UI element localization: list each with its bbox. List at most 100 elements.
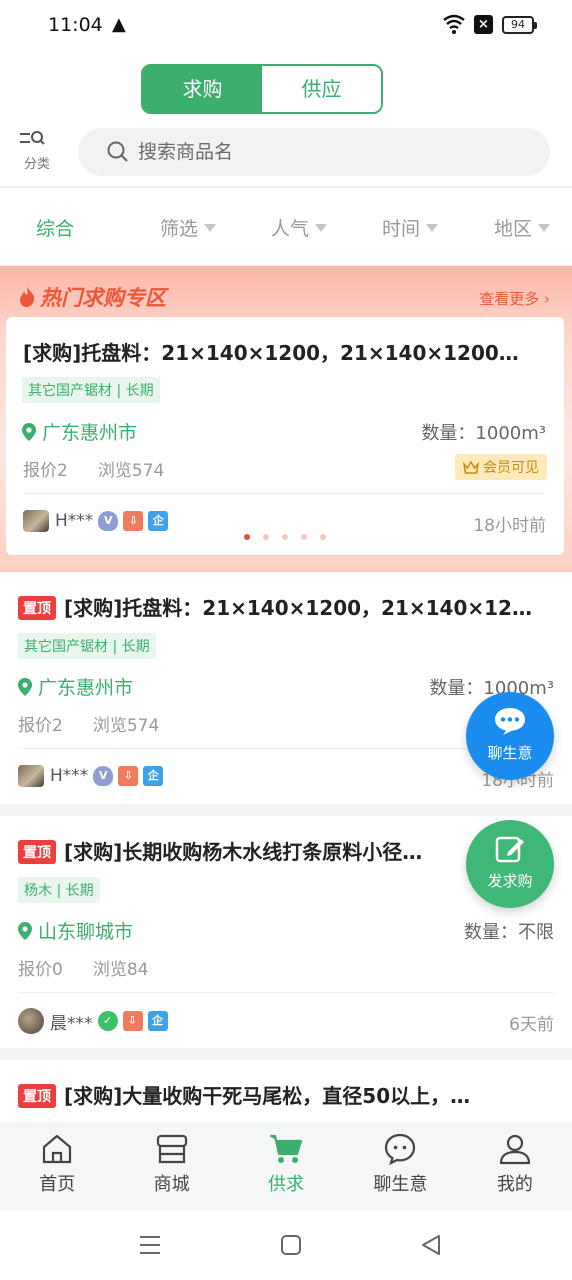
- tab-mall[interactable]: 商城: [114, 1122, 228, 1210]
- filter-bar: 综合 筛选 人气 时间 地区: [0, 187, 572, 265]
- listing-user[interactable]: H*** V ⇩ 企: [23, 510, 169, 532]
- cart-icon: [270, 1134, 303, 1163]
- listing-card[interactable]: 置顶 [求购]大量收购干死马尾松，直径50以上，…: [0, 1060, 572, 1122]
- post-request-fab[interactable]: 发求购: [466, 820, 554, 908]
- tab-supply-demand[interactable]: 供求: [229, 1122, 343, 1210]
- view-more-text: 查看更多: [479, 290, 540, 308]
- filter-label: 综合: [36, 218, 75, 240]
- carousel-dot[interactable]: [263, 534, 269, 540]
- listing-quantity: 数量：1000m³: [421, 423, 546, 444]
- menu-icon[interactable]: [138, 1234, 162, 1256]
- search-bar[interactable]: [78, 128, 550, 176]
- carousel-indicator: [244, 534, 339, 540]
- chat-fab[interactable]: 聊生意: [466, 692, 554, 780]
- tab-label: 我的: [496, 1174, 533, 1195]
- listing-location: 山东聊城市: [18, 917, 133, 944]
- filter-popularity[interactable]: 人气: [271, 214, 328, 241]
- tab-mine[interactable]: 我的: [458, 1122, 572, 1210]
- filter-region[interactable]: 地区: [494, 214, 551, 241]
- carousel-dot[interactable]: [244, 534, 250, 540]
- pinned-badge: 置顶: [18, 840, 56, 864]
- carousel-dot[interactable]: [282, 534, 288, 540]
- category-button[interactable]: 分类: [16, 127, 58, 177]
- listing-title-text: [求购]托盘料：21×140×1200，21×140×12…: [64, 596, 532, 620]
- tab-label: 供求: [268, 1174, 305, 1195]
- filter-label: 时间: [382, 218, 421, 240]
- system-nav-bar: [0, 1210, 572, 1280]
- member-text: 会员可见: [483, 460, 539, 476]
- filter-screen[interactable]: 筛选: [160, 214, 217, 241]
- category-label: 分类: [23, 157, 50, 172]
- search-icon: [107, 141, 128, 162]
- listing-title-text: [求购]大量收购干死马尾松，直径50以上，…: [64, 1084, 471, 1108]
- tab-buy[interactable]: 求购: [143, 66, 262, 112]
- view-count: 浏览574: [92, 716, 160, 736]
- tab-home[interactable]: 首页: [0, 1122, 114, 1210]
- status-bar: 11:04 ▲ × 94: [0, 0, 572, 52]
- location-pin-icon: [18, 921, 32, 940]
- listing-time: 6天前: [509, 1015, 554, 1035]
- tab-label: 首页: [39, 1174, 76, 1195]
- location-text: 山东聊城市: [38, 921, 134, 943]
- listing-location: 广东惠州市: [18, 673, 133, 700]
- chevron-right-icon: ›: [544, 290, 550, 308]
- listing-user[interactable]: H*** V ⇩ 企: [18, 765, 164, 787]
- carousel-dot[interactable]: [301, 534, 307, 540]
- listing-stats: 报价0 浏览84: [18, 955, 148, 980]
- back-icon[interactable]: [420, 1234, 442, 1256]
- filter-label: 人气: [271, 218, 310, 240]
- filter-time[interactable]: 时间: [382, 214, 439, 241]
- listing-title: 置顶 [求购]大量收购干死马尾松，直径50以上，…: [18, 1080, 554, 1109]
- edit-icon: [495, 836, 524, 863]
- hot-title: 热门求购专区: [18, 282, 166, 312]
- download-badge-icon: ⇩: [118, 766, 139, 786]
- warning-icon: ▲: [112, 14, 126, 35]
- home-icon: [43, 1134, 72, 1164]
- filter-label: 筛选: [160, 218, 199, 240]
- search-input[interactable]: [138, 141, 518, 163]
- quote-count: 报价0: [18, 960, 63, 980]
- listing-title: 置顶 [求购]托盘料：21×140×1200，21×140×12…: [18, 592, 554, 621]
- verified-shield-icon: ✓: [97, 1011, 118, 1031]
- quote-count: 报价2: [23, 461, 68, 481]
- user-name: H***: [55, 511, 94, 531]
- verified-icon: V: [98, 511, 119, 531]
- hot-card[interactable]: [求购]托盘料：21×140×1200，21×140×1200… 其它国产锯材 …: [6, 317, 564, 555]
- location-pin-icon: [18, 677, 32, 696]
- user-name: H***: [50, 766, 89, 786]
- flame-icon: [20, 287, 35, 307]
- listing-title-text: [求购]长期收购杨木水线打条原料小径…: [64, 840, 423, 864]
- download-badge-icon: ⇩: [123, 511, 144, 531]
- quote-count: 报价2: [18, 716, 63, 736]
- tab-chat[interactable]: 聊生意: [343, 1122, 457, 1210]
- listing-quantity: 数量：不限: [464, 922, 554, 943]
- listing-tag: 杨木 | 长期: [18, 877, 100, 903]
- listing-title: [求购]托盘料：21×140×1200，21×140×1200…: [23, 341, 519, 365]
- download-badge-icon: ⇩: [122, 1011, 143, 1031]
- location-text: 广东惠州市: [42, 422, 138, 444]
- filter-overall[interactable]: 综合: [36, 214, 74, 241]
- listing-tag: 其它国产锯材 | 长期: [18, 633, 156, 659]
- home-square-icon[interactable]: [280, 1234, 302, 1256]
- category-icon: [20, 131, 45, 145]
- caret-down-icon: [426, 223, 439, 232]
- chat-bubble-icon: [495, 708, 525, 735]
- listing-stats: 报价2 浏览574: [18, 711, 159, 736]
- wifi-icon: [443, 14, 465, 34]
- hot-section: 热门求购专区 查看更多 › [求购]托盘料：21×140×1200，21×140…: [0, 266, 572, 572]
- view-count: 浏览84: [92, 960, 149, 980]
- listing-user[interactable]: 晨*** ✓ ⇩ 企: [18, 1008, 168, 1034]
- listing-tag: 其它国产锯材 | 长期: [22, 377, 160, 403]
- header: 求购 供应 分类: [0, 52, 572, 186]
- avatar: [18, 765, 44, 787]
- carousel-dot[interactable]: [320, 534, 326, 540]
- crown-icon: [463, 460, 479, 474]
- tab-label: 聊生意: [373, 1174, 428, 1195]
- member-visible-badge: 会员可见: [455, 454, 547, 480]
- view-more-link[interactable]: 查看更多 ›: [479, 288, 550, 309]
- divider: [18, 992, 554, 993]
- pinned-badge: 置顶: [18, 596, 56, 620]
- tab-supply[interactable]: 供应: [262, 66, 381, 112]
- enterprise-badge-icon: 企: [143, 766, 164, 786]
- bottom-tab-bar: 首页 商城 供求 聊生意 我的: [0, 1122, 572, 1210]
